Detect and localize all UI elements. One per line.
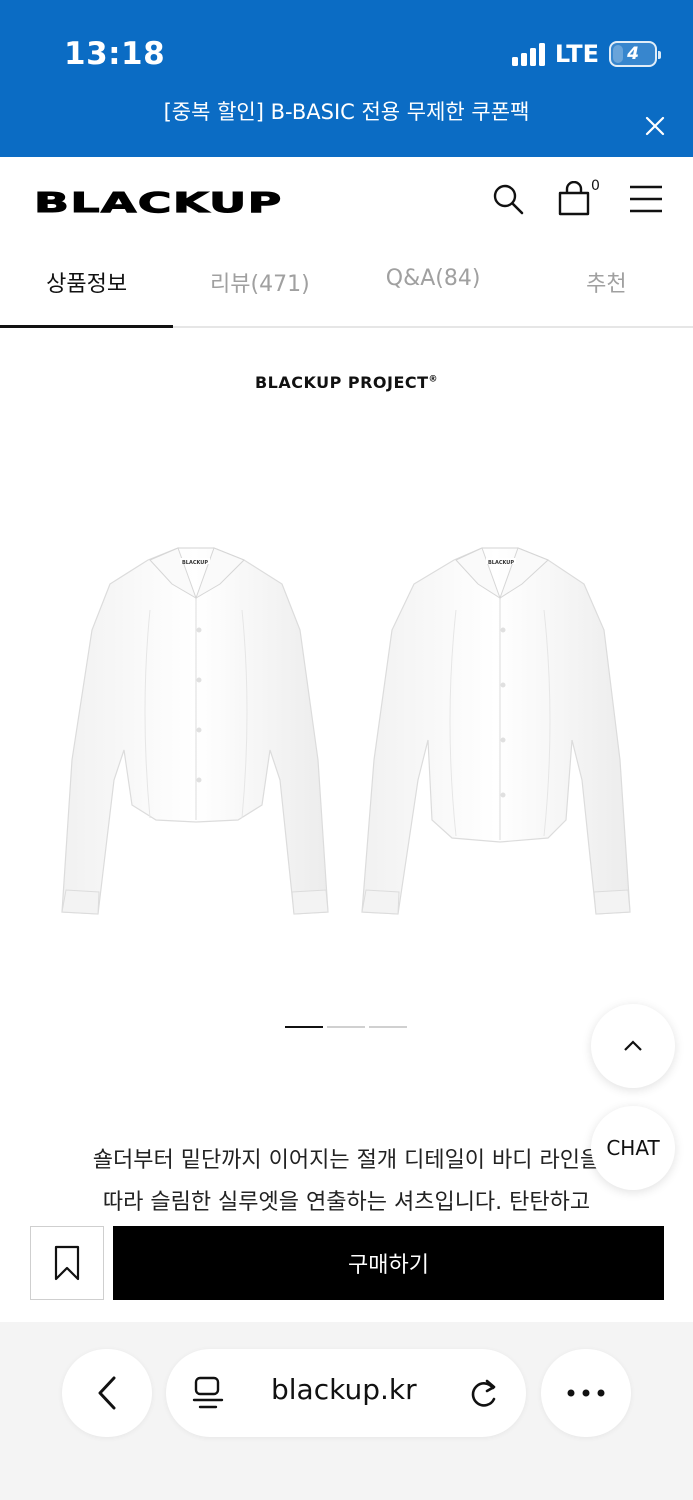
brand-project-title: BLACKUP PROJECT®: [0, 373, 693, 392]
tab-recommend[interactable]: 추천: [520, 242, 693, 326]
product-description: 숄더부터 밑단까지 이어지는 절개 디테일이 바디 라인을 따라 슬림한 실루엣…: [0, 1140, 693, 1212]
brand-logo[interactable]: BLACKUP: [33, 186, 283, 220]
hamburger-menu-icon[interactable]: [628, 181, 664, 217]
shirt-cropped-tag: BLACKUP: [182, 560, 208, 566]
product-tabs: 상품정보 리뷰(471) Q&A(84) 추천: [0, 242, 693, 328]
search-icon[interactable]: [490, 181, 526, 217]
more-dots-icon: [567, 1389, 605, 1397]
signal-icon: [511, 42, 545, 66]
chevron-left-icon: [98, 1376, 116, 1410]
browser-more-button[interactable]: [541, 1349, 631, 1437]
registered-mark: ®: [428, 374, 439, 385]
tab-qna[interactable]: Q&A(84): [347, 242, 520, 326]
battery-level: 4: [627, 44, 639, 64]
site-header: BLACKUP: [0, 157, 693, 242]
bookmark-icon: [54, 1245, 80, 1281]
purchase-bar: 구매하기: [0, 1212, 693, 1322]
promo-banner[interactable]: 13:18 LTE 4 [중복 할인] B-BASIC 전용 무제한 쿠폰팩: [0, 0, 693, 157]
url-text[interactable]: blackup.kr: [271, 1373, 417, 1406]
tab-product-info[interactable]: 상품정보: [0, 242, 174, 328]
carousel-dot[interactable]: [327, 1026, 365, 1028]
status-time: 13:18: [64, 36, 166, 72]
product-description-area: 숄더부터 밑단까지 이어지는 절개 디테일이 바디 라인을 따라 슬림한 실루엣…: [0, 1130, 693, 1212]
scroll-to-top-button[interactable]: [591, 1004, 675, 1088]
battery-icon: 4: [609, 41, 661, 67]
reader-mode-icon[interactable]: [192, 1375, 224, 1411]
chat-button[interactable]: CHAT: [591, 1106, 675, 1190]
wishlist-button[interactable]: [30, 1226, 104, 1300]
browser-back-button[interactable]: [62, 1349, 152, 1437]
chat-label: CHAT: [606, 1136, 660, 1160]
network-type: LTE: [554, 40, 599, 68]
carousel-dot[interactable]: [369, 1026, 407, 1028]
browser-toolbar: blackup.kr: [0, 1322, 693, 1500]
brand-project-text: BLACKUP PROJECT: [254, 373, 429, 392]
shopping-bag-icon[interactable]: [556, 181, 592, 217]
close-icon[interactable]: [645, 116, 665, 136]
browser-url-bar[interactable]: blackup.kr: [166, 1349, 526, 1437]
reload-icon[interactable]: [466, 1375, 500, 1411]
shirt-regular-image: BLACKUP: [361, 547, 631, 915]
description-line: 숄더부터 밑단까지 이어지는 절개 디테일이 바디 라인을: [92, 1148, 601, 1173]
tab-reviews[interactable]: 리뷰(471): [173, 242, 346, 326]
carousel-dot-active[interactable]: [285, 1026, 323, 1028]
product-image[interactable]: BLACKUP BLACKUP: [0, 520, 693, 940]
description-line: 따라 슬림한 실루엣을 연출하는 셔츠입니다. 탄탄하고: [102, 1190, 591, 1212]
carousel-indicator: [285, 1026, 407, 1028]
buy-button[interactable]: 구매하기: [113, 1226, 664, 1300]
shirt-cropped-image: BLACKUP: [61, 547, 329, 915]
promo-banner-text[interactable]: [중복 할인] B-BASIC 전용 무제한 쿠폰팩: [0, 96, 693, 126]
shirt-regular-tag: BLACKUP: [488, 560, 514, 566]
cart-count-badge: 0: [591, 178, 600, 194]
status-indicators: LTE 4: [511, 40, 661, 68]
chevron-up-icon: [624, 1040, 642, 1051]
